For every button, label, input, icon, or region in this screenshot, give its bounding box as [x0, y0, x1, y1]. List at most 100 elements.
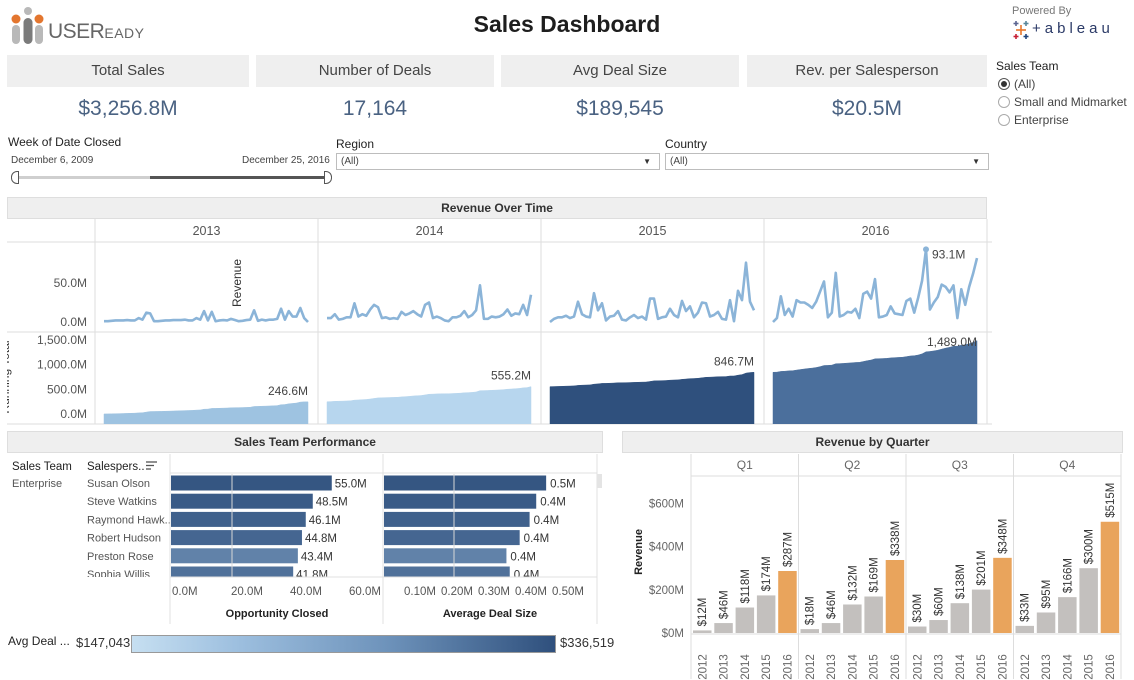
opportunity-bar	[171, 511, 306, 527]
year-tick-label: 2012	[697, 654, 709, 680]
avg-deal-bar-label: 0.4M	[534, 515, 560, 527]
date-slider-range[interactable]	[150, 176, 328, 179]
quarter-bar[interactable]	[885, 559, 905, 633]
avg-deal-bar-label: 0.4M	[540, 497, 566, 509]
quarter-bar[interactable]	[693, 630, 712, 633]
year-header: 2015	[639, 224, 667, 238]
year-tick-label: 2015	[761, 654, 773, 680]
sales-team-filter-title: Sales Team	[996, 59, 1059, 73]
avg-deal-bar	[384, 566, 510, 577]
avg-deal-bar-label: 0.4M	[524, 533, 550, 545]
option-label: (All)	[1014, 77, 1036, 91]
salesperson-name: Susan Olson	[87, 478, 150, 490]
color-legend-title: Avg Deal ...	[8, 634, 70, 648]
sales-team-performance-chart: Sales Team Salespers.. Enterprise Susan …	[12, 454, 602, 624]
kpi-rev-per-salesperson-label: Rev. per Salesperson	[747, 55, 987, 87]
revenue-over-time-chart: Revenue Running Total 0.0M 50.0M 0.0M 500.0…	[7, 219, 992, 425]
quarter-bar[interactable]	[756, 595, 776, 633]
quarter-bar[interactable]	[1079, 568, 1098, 633]
quarter-bar[interactable]	[800, 629, 820, 633]
date-slider-end-handle[interactable]	[324, 171, 332, 184]
radio-icon[interactable]	[998, 96, 1010, 108]
bar-value-label: $46M	[826, 590, 838, 619]
revenue-line-2015	[549, 261, 756, 324]
sales-team-option-all[interactable]: (All)	[998, 75, 1035, 93]
revenue-y-tick: 50.0M	[54, 276, 87, 290]
quarter-bar[interactable]	[1100, 521, 1120, 633]
quarter-bar[interactable]	[929, 620, 948, 633]
revenue-line-2013	[104, 306, 309, 323]
running-total-area-2016	[772, 340, 978, 424]
powered-by-label: Powered By	[1012, 5, 1072, 17]
region-dropdown-value: (All)	[341, 156, 359, 167]
salesperson-name: Raymond Hawk..	[87, 514, 171, 526]
date-filter-end: December 25, 2016	[242, 155, 330, 166]
sort-icon[interactable]	[146, 461, 157, 470]
bar-value-label: $33M	[1020, 593, 1032, 622]
quarter-header: Q4	[1059, 458, 1075, 472]
sales-team-cell: Enterprise	[12, 478, 62, 490]
quarter-bar[interactable]	[1036, 612, 1056, 633]
avg-deal-bar	[384, 511, 530, 527]
revenue-axis-title: Revenue	[230, 259, 244, 307]
quarter-bar[interactable]	[714, 623, 733, 633]
year-tick-label: 2014	[1062, 654, 1074, 680]
opportunity-bar-label: 55.0M	[335, 479, 367, 491]
avg-deal-x-tick: 0.30M	[478, 586, 510, 598]
radio-icon[interactable]	[998, 114, 1010, 126]
quarter-bar[interactable]	[864, 596, 883, 633]
chevron-down-icon[interactable]: ▼	[972, 154, 980, 169]
quarter-bar[interactable]	[950, 603, 970, 633]
revenue-y-tick: $200M	[649, 585, 684, 597]
bar-value-label: $515M	[1105, 483, 1117, 518]
tableau-cross-icon	[1013, 21, 1029, 39]
opportunity-x-tick: 60.0M	[349, 586, 381, 598]
bar-value-label: $95M	[1041, 580, 1053, 609]
chevron-down-icon[interactable]: ▼	[643, 154, 651, 169]
bar-value-label: $60M	[934, 587, 946, 616]
opportunity-bar	[171, 493, 313, 509]
bar-value-label: $348M	[997, 519, 1009, 554]
year-tick-label: 2016	[1105, 654, 1117, 680]
running-total-y-tick: 500.0M	[47, 382, 87, 396]
kpi-total-sales-value: $3,256.8M	[78, 97, 178, 120]
running-total-label: 846.7M	[714, 354, 754, 368]
quarter-bar[interactable]	[843, 604, 862, 633]
opportunity-x-tick: 40.0M	[290, 586, 322, 598]
quarter-bar[interactable]	[908, 626, 927, 633]
date-slider-start-handle[interactable]	[11, 171, 19, 184]
year-tick-label: 2016	[997, 654, 1009, 680]
quarter-bar[interactable]	[1058, 597, 1077, 633]
running-total-y-tick: 1,500.0M	[37, 333, 87, 347]
revenue-y-tick: $0M	[662, 628, 684, 640]
year-tick-label: 2013	[826, 654, 838, 680]
revenue-y-tick: $400M	[649, 542, 684, 554]
quarter-bar[interactable]	[1015, 625, 1035, 633]
bar-value-label: $118M	[740, 569, 752, 603]
quarter-bar[interactable]	[778, 571, 797, 633]
quarter-bar[interactable]	[993, 557, 1012, 633]
year-header: 2013	[193, 224, 221, 238]
opportunity-bar	[171, 548, 298, 564]
sales-team-performance-title: Sales Team Performance	[7, 431, 603, 453]
sales-team-option-enterprise[interactable]: Enterprise	[998, 111, 1069, 129]
avg-deal-bar	[384, 493, 537, 509]
opportunity-axis-title: Opportunity Closed	[226, 608, 329, 620]
quarter-header: Q2	[844, 458, 860, 472]
radio-selected-icon[interactable]	[998, 78, 1010, 90]
running-total-y-tick: 0.0M	[60, 407, 87, 421]
quarter-header: Q3	[952, 458, 968, 472]
region-dropdown[interactable]: (All) ▼	[336, 153, 660, 170]
scrollbar-thumb[interactable]	[597, 474, 602, 488]
country-dropdown[interactable]: (All) ▼	[665, 153, 989, 170]
quarter-bar[interactable]	[735, 607, 755, 633]
year-tick-label: 2012	[912, 654, 924, 680]
quarter-bar[interactable]	[821, 623, 841, 633]
avg-deal-axis-title: Average Deal Size	[443, 608, 537, 620]
sales-team-option-small-midmarket[interactable]: Small and Midmarket	[998, 93, 1127, 111]
year-tick-label: 2012	[805, 654, 817, 680]
avg-deal-bar-label: 0.4M	[514, 570, 540, 582]
tableau-wordmark: +ableau	[1032, 20, 1114, 37]
quarter-bar[interactable]	[971, 589, 991, 633]
bar-value-label: $132M	[847, 565, 859, 600]
